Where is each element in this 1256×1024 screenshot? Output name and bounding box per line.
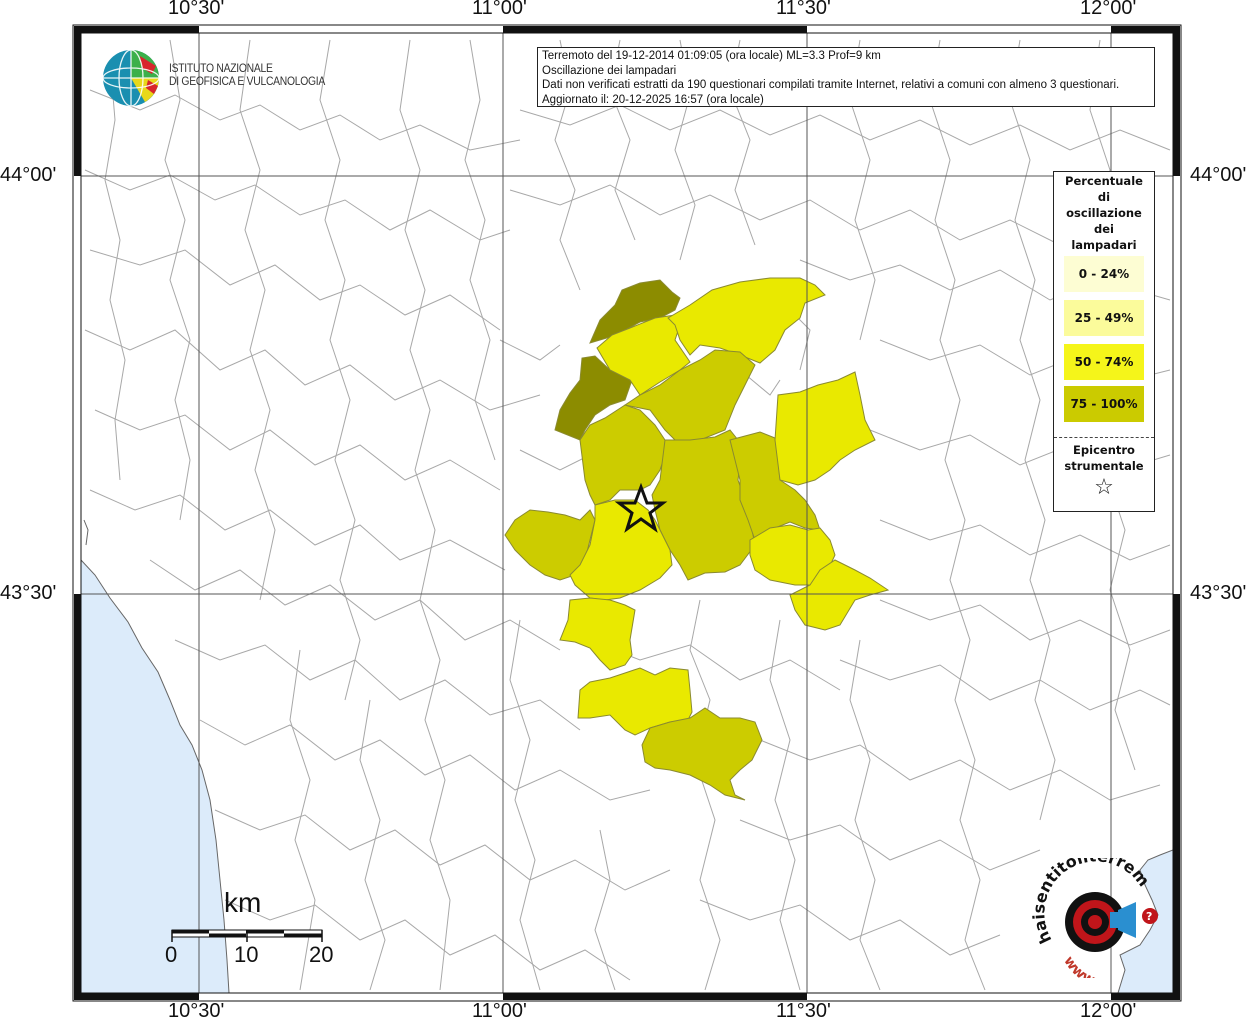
legend-title-5: lampadari: [1071, 238, 1137, 252]
legend-swatch-0-24: 0 - 24%: [1064, 256, 1144, 292]
legend-separator: [1054, 437, 1154, 438]
event-info-box: Terremoto del 19-12-2014 01:09:05 (ora l…: [537, 47, 1155, 107]
legend-label-25-49: 25 - 49%: [1074, 311, 1134, 325]
lon-label-bottom-4: 12°00': [1080, 1000, 1137, 1022]
legend: Percentuale di oscillazione dei lampadar…: [1053, 171, 1155, 512]
map-subject: Oscillazione dei lampadari: [542, 64, 677, 77]
lon-label-bottom-3: 11°30': [776, 1000, 831, 1022]
legend-title-1: Percentuale: [1065, 174, 1143, 188]
event-title: Terremoto del 19-12-2014 01:09:05 (ora l…: [542, 50, 881, 62]
logo-url-arc: www.: [1060, 954, 1100, 978]
legend-swatch-50-74: 50 - 74%: [1064, 344, 1144, 380]
scale-title: km: [224, 887, 262, 918]
scale-label-10: 10: [234, 942, 259, 967]
lat-label-left-2: 43°30': [0, 582, 57, 604]
legend-label-75-100: 75 - 100%: [1070, 397, 1138, 411]
lon-label-bottom-1: 10°30': [168, 1000, 225, 1022]
lon-label-bottom-2: 11°00': [472, 1000, 527, 1022]
data-note: Dati non verificati estratti da 190 ques…: [542, 79, 1120, 91]
lat-label-left-1: 44°00': [0, 164, 57, 186]
logo-url-prefix: www.: [1060, 954, 1100, 978]
ingv-globe-logo: [102, 49, 160, 107]
legend-label-50-74: 50 - 74%: [1074, 355, 1134, 369]
updated-timestamp: Aggiornato il: 20-12-2025 16:57 (ora loc…: [542, 93, 764, 106]
legend-star-icon: ☆: [1094, 475, 1114, 500]
lon-label-top-3: 11°30': [776, 0, 831, 19]
haisentito-logo: haisentitoilterremoto.it www. ?: [1030, 858, 1158, 978]
lat-label-right-2: 43°30': [1190, 582, 1247, 604]
legend-epicenter-1: Epicentro: [1073, 443, 1135, 457]
legend-title-3: oscillazione: [1066, 206, 1142, 220]
logo-question-mark: ?: [1146, 910, 1152, 923]
legend-swatch-25-49: 25 - 49%: [1064, 300, 1144, 336]
lon-label-top-1: 10°30': [168, 0, 225, 19]
legend-title-2: di: [1097, 190, 1111, 204]
scale-label-0: 0: [165, 942, 178, 967]
legend-epicenter-2: strumentale: [1064, 459, 1144, 473]
lon-label-top-4: 12°00': [1080, 0, 1137, 19]
institute-line-2: DI GEOFISICA E VULCANOLOGIA: [169, 76, 326, 88]
institute-line-1: ISTITUTO NAZIONALE: [169, 63, 273, 75]
institute-name: ISTITUTO NAZIONALE DI GEOFISICA E VULCAN…: [169, 63, 325, 89]
legend-swatch-75-100: 75 - 100%: [1064, 386, 1144, 422]
scale-label-20: 20: [309, 942, 334, 967]
legend-label-0-24: 0 - 24%: [1078, 267, 1130, 281]
legend-title-4: dei: [1094, 222, 1114, 236]
lat-label-right-1: 44°00': [1190, 164, 1247, 186]
lon-label-top-2: 11°00': [472, 0, 527, 19]
